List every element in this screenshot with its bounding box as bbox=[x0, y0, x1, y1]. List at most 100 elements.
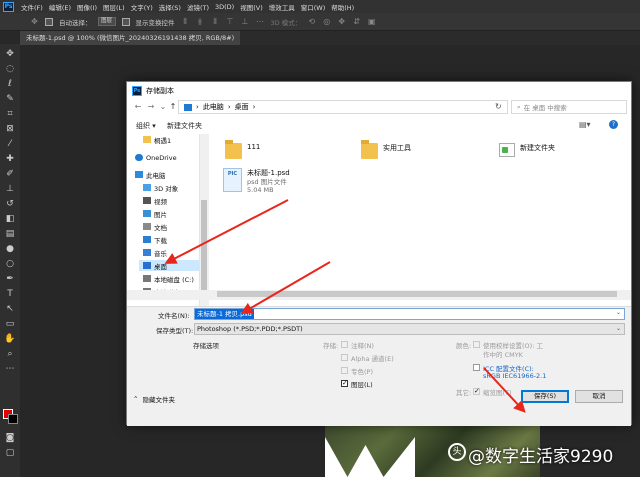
quick-mask-icon[interactable]: ◙ bbox=[4, 432, 16, 444]
sidebar-item-desktop[interactable]: 桌面 bbox=[139, 260, 199, 271]
eraser-tool-icon[interactable]: ◧ bbox=[4, 213, 16, 225]
3d-orbit-icon[interactable]: ⟲ bbox=[307, 17, 316, 26]
address-bar[interactable]: › 此电脑 › 桌面 › bbox=[178, 100, 508, 114]
3d-slide-icon[interactable]: ⇵ bbox=[352, 17, 361, 26]
forward-icon[interactable]: → bbox=[146, 101, 156, 112]
move-tool-icon[interactable]: ✥ bbox=[4, 48, 16, 60]
thumbnail-checkbox[interactable] bbox=[473, 387, 480, 395]
hand-tool-icon[interactable]: ✋ bbox=[4, 333, 16, 345]
menu-3d[interactable]: 3D(D) bbox=[212, 3, 237, 11]
layers-checkbox[interactable] bbox=[341, 379, 348, 387]
lasso-tool-icon[interactable]: ℓ bbox=[4, 78, 16, 90]
document-tab[interactable]: 未标题-1.psd @ 100% (微信图片_20240326191438 拷贝… bbox=[20, 31, 241, 45]
refresh-icon[interactable]: ↻ bbox=[495, 102, 502, 111]
sidebar-item-onedrive[interactable]: OneDrive bbox=[135, 152, 177, 163]
icc-profile-checkbox[interactable] bbox=[473, 364, 480, 371]
history-brush-tool-icon[interactable]: ↺ bbox=[4, 198, 16, 210]
menu-window[interactable]: 窗口(W) bbox=[298, 2, 329, 12]
alpha-checkbox[interactable] bbox=[341, 354, 348, 361]
annotations-checkbox[interactable] bbox=[341, 341, 348, 348]
file-item-folder-tools[interactable]: 实用工具 bbox=[361, 140, 411, 159]
new-folder-button[interactable]: 新建文件夹 bbox=[167, 121, 202, 131]
file-item-folder-111[interactable]: 111 bbox=[225, 140, 260, 159]
navigation-scroll-thumb[interactable] bbox=[201, 200, 207, 292]
align-top-icon[interactable]: ⊤ bbox=[226, 17, 235, 26]
filename-input[interactable]: ⌄ bbox=[194, 308, 625, 320]
menu-image[interactable]: 图像(I) bbox=[74, 2, 100, 12]
menu-plugins[interactable]: 增效工具 bbox=[266, 2, 298, 12]
file-name: 实用工具 bbox=[383, 144, 411, 152]
chevron-down-icon[interactable]: ⌄ bbox=[616, 309, 621, 316]
3d-roll-icon[interactable]: ◎ bbox=[322, 17, 331, 26]
background-color-swatch[interactable] bbox=[8, 414, 18, 424]
eyedropper-tool-icon[interactable]: ⁄ bbox=[4, 138, 16, 150]
brush-tool-icon[interactable]: ✐ bbox=[4, 168, 16, 180]
marquee-tool-icon[interactable]: ◌ bbox=[4, 63, 16, 75]
rectangle-tool-icon[interactable]: ▭ bbox=[4, 318, 16, 330]
path-select-tool-icon[interactable]: ↖ bbox=[4, 303, 16, 315]
back-icon[interactable]: ← bbox=[133, 101, 143, 112]
3d-scale-icon[interactable]: ▣ bbox=[367, 17, 376, 26]
sidebar-item-pictures[interactable]: 图片 bbox=[143, 208, 167, 219]
3d-pan-icon[interactable]: ✥ bbox=[337, 17, 346, 26]
search-input[interactable]: ⌕ 在 桌面 中搜索 bbox=[511, 100, 627, 114]
healing-brush-tool-icon[interactable]: ✚ bbox=[4, 153, 16, 165]
frame-tool-icon[interactable]: ⊠ bbox=[4, 123, 16, 135]
pen-tool-icon[interactable]: ✒ bbox=[4, 273, 16, 285]
chevron-down-icon: ⌄ bbox=[615, 325, 621, 332]
align-center-icon[interactable]: ⫵ bbox=[196, 17, 205, 26]
type-tool-icon[interactable]: T bbox=[4, 288, 16, 300]
proof-setup-checkbox[interactable] bbox=[473, 341, 480, 348]
hide-folders-toggle[interactable]: ⌃ 隐藏文件夹 bbox=[133, 394, 175, 404]
menu-edit[interactable]: 编辑(E) bbox=[46, 2, 74, 12]
help-icon[interactable]: ? bbox=[609, 120, 618, 129]
sidebar-item-music[interactable]: 音乐 bbox=[143, 247, 167, 258]
sidebar-item-quick[interactable]: 桐遇1 bbox=[143, 134, 171, 145]
show-transform-checkbox[interactable] bbox=[121, 17, 130, 26]
crop-tool-icon[interactable]: ⌗ bbox=[4, 108, 16, 120]
screen-mode-icon[interactable]: ▢ bbox=[4, 447, 16, 459]
cancel-button[interactable]: 取消 bbox=[575, 390, 623, 403]
menu-file[interactable]: 文件(F) bbox=[18, 2, 46, 12]
align-left-icon[interactable]: ⫴ bbox=[181, 17, 190, 26]
align-right-icon[interactable]: ⫴ bbox=[211, 17, 220, 26]
blur-tool-icon[interactable]: ● bbox=[4, 243, 16, 255]
view-options-icon[interactable]: ▤▾ bbox=[579, 120, 591, 129]
filetype-select[interactable]: Photoshop (*.PSD;*.PDD;*.PSDT) ⌄ bbox=[194, 323, 625, 335]
file-item-new-folder[interactable]: 新建文件夹 bbox=[499, 143, 555, 157]
distribute-icon[interactable]: ⋯ bbox=[256, 17, 265, 26]
organize-button[interactable]: 组织 ▾ bbox=[136, 121, 156, 131]
more-tools-icon[interactable]: ⋯ bbox=[4, 363, 16, 375]
sidebar-item-3d-objects[interactable]: 3D 对象 bbox=[143, 182, 178, 193]
sidebar-item-downloads[interactable]: 下载 bbox=[143, 234, 167, 245]
dodge-tool-icon[interactable]: ○ bbox=[4, 258, 16, 270]
sidebar-item-videos[interactable]: 视频 bbox=[143, 195, 167, 206]
auto-select-dropdown[interactable]: 图层 bbox=[97, 17, 116, 26]
menu-select[interactable]: 选择(S) bbox=[156, 2, 184, 12]
menu-filter[interactable]: 滤镜(T) bbox=[184, 2, 212, 12]
menu-help[interactable]: 帮助(H) bbox=[328, 2, 357, 12]
align-middle-icon[interactable]: ⊥ bbox=[241, 17, 250, 26]
sidebar-item-documents[interactable]: 文档 bbox=[143, 221, 167, 232]
spot-checkbox[interactable] bbox=[341, 367, 348, 374]
horizontal-scroll-thumb[interactable] bbox=[217, 291, 617, 297]
clone-stamp-tool-icon[interactable]: ⊥ bbox=[4, 183, 16, 195]
save-copy-dialog: Ps 存储副本 ← → ⌄ ↑ › 此电脑 › 桌面 › ↻ ⌕ 在 桌面 中搜… bbox=[126, 81, 632, 426]
quick-select-tool-icon[interactable]: ✎ bbox=[4, 93, 16, 105]
filename-value[interactable]: 未标题-1 拷贝.psd bbox=[195, 309, 254, 319]
up-folder-icon[interactable]: ↑ bbox=[168, 101, 178, 112]
recent-locations-icon[interactable]: ⌄ bbox=[158, 101, 168, 112]
sidebar-item-drive-c[interactable]: 本地磁盘 (C:) bbox=[143, 273, 194, 284]
breadcrumb-desktop[interactable]: 桌面 bbox=[235, 102, 249, 112]
zoom-tool-icon[interactable]: ⌕ bbox=[4, 348, 16, 360]
menu-type[interactable]: 文字(Y) bbox=[128, 2, 156, 12]
gradient-tool-icon[interactable]: ▤ bbox=[4, 228, 16, 240]
menu-view[interactable]: 视图(V) bbox=[237, 2, 266, 12]
sidebar-item-this-pc[interactable]: 此电脑 bbox=[135, 169, 166, 180]
file-item-psd[interactable]: PIC 未标题-1.psd psd 图片文件 5.04 MB bbox=[223, 168, 290, 194]
breadcrumb-this-pc[interactable]: 此电脑 bbox=[203, 102, 224, 112]
auto-select-checkbox[interactable] bbox=[45, 17, 53, 26]
save-button[interactable]: 保存(S) bbox=[521, 390, 569, 403]
menu-layer[interactable]: 图层(L) bbox=[100, 2, 128, 12]
move-tool-icon[interactable]: ✥ bbox=[30, 17, 39, 26]
